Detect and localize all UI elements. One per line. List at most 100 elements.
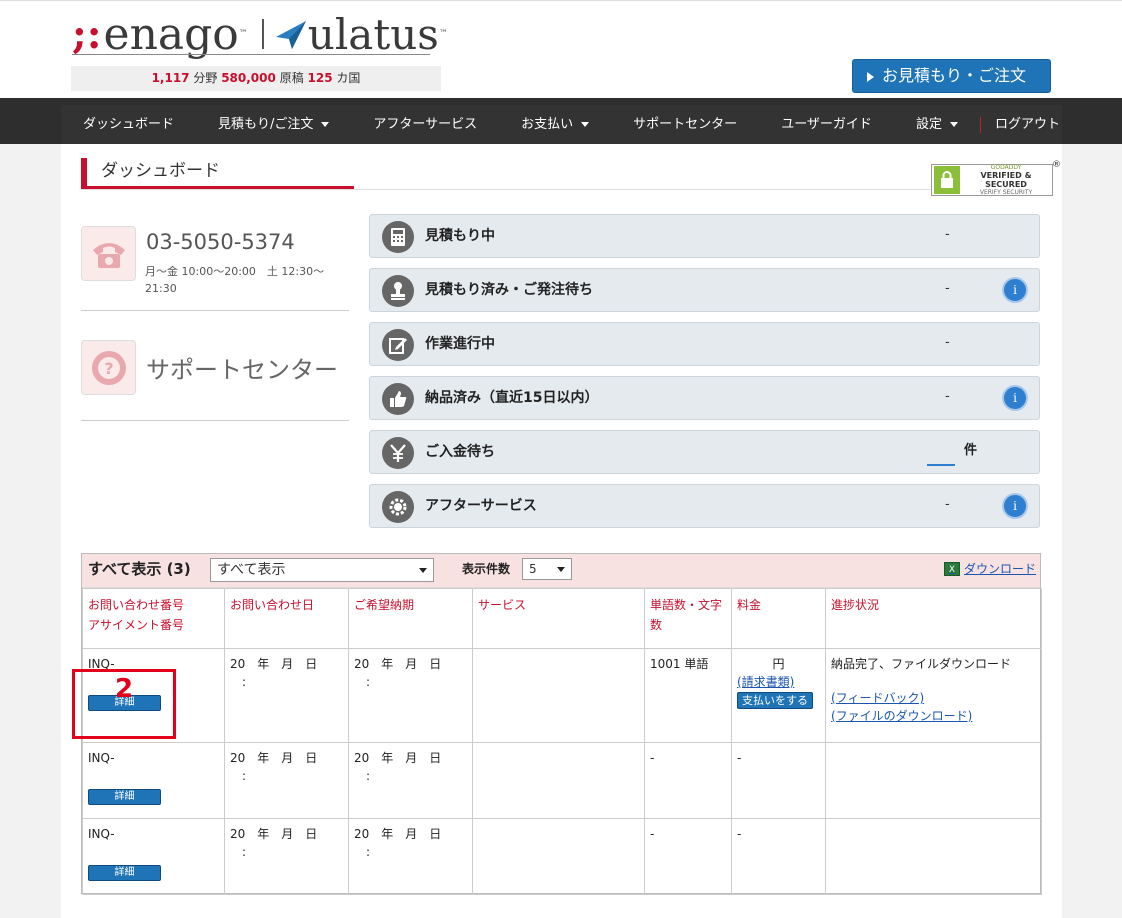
- stat-fields-label: 分野: [193, 71, 218, 85]
- cell-price: -: [731, 818, 826, 895]
- calculator-icon: [382, 221, 414, 253]
- count-underline: [927, 464, 955, 466]
- status-card-quoting[interactable]: 見積もり中 -: [369, 214, 1040, 258]
- nav-payment[interactable]: お支払い: [499, 105, 611, 144]
- badge-registered: ®: [1052, 160, 1061, 170]
- nav-user-guide[interactable]: ユーザーガイド: [759, 105, 894, 144]
- header: ;: enago ™ ulatus ™ 1,117 分野 580,000 原稿 …: [0, 0, 1122, 98]
- cell-words: -: [644, 818, 732, 895]
- cell-deadline: 20 年 月 日:: [348, 818, 473, 895]
- cell-inquiry: INQ- 詳細: [82, 648, 225, 743]
- page-size-select[interactable]: 5: [522, 558, 572, 580]
- table-row: INQ- 詳細 20 年 月 日: 20 年 月 日: - -: [82, 818, 1042, 895]
- cell-status: [825, 818, 1042, 895]
- nav-dashboard[interactable]: ダッシュボード: [61, 105, 196, 144]
- cell-price: -: [731, 742, 826, 819]
- status-card-awaiting-order[interactable]: 見積もり済み・ご発注待ち - i: [369, 268, 1040, 312]
- support-center-block[interactable]: ? サポートセンター: [81, 340, 349, 421]
- cell-deadline: 20 年 月 日:: [348, 742, 473, 819]
- security-badge[interactable]: GODADDY VERIFIED & SECURED VERIFY SECURI…: [931, 160, 1061, 196]
- info-icon[interactable]: i: [1002, 493, 1028, 519]
- cell-status: 納品完了、ファイルダウンロード (フィードバック) (ファイルのダウンロード): [825, 648, 1042, 743]
- filter-select-value: すべて表示: [217, 562, 286, 578]
- status-card-value: -: [945, 497, 950, 512]
- status-card-label: ご入金待ち: [425, 444, 495, 460]
- cell-date: 20 年 月 日:: [224, 818, 349, 895]
- status-text: 納品完了、ファイルダウンロード: [831, 657, 1012, 671]
- caret-down-icon: [321, 122, 330, 127]
- invoice-link[interactable]: (請求書類): [737, 673, 820, 691]
- badge-line1: GODADDY: [990, 164, 1022, 171]
- col-header-date: お問い合わせ日: [224, 588, 349, 649]
- nav-quote-order[interactable]: 見積もり/ご注文: [196, 105, 351, 144]
- status-card-unit: 件: [964, 443, 978, 458]
- cell-date: 20 年 月 日:: [224, 742, 349, 819]
- info-icon[interactable]: i: [1002, 277, 1028, 303]
- main-nav: ダッシュボード 見積もり/ご注文 アフターサービス お支払い サポートセンター …: [61, 105, 1062, 144]
- table-title: すべて表示 (3): [88, 560, 191, 578]
- yen-icon: [382, 437, 414, 469]
- deadline-time: :: [366, 675, 371, 689]
- filter-select[interactable]: すべて表示: [210, 558, 434, 582]
- nav-support-center[interactable]: サポートセンター: [611, 105, 759, 144]
- stat-countries-label: カ国: [336, 71, 361, 85]
- nav-settings-label: 設定: [915, 117, 942, 132]
- main-content: ダッシュボード GODADDY VERIFIED & SECURED VERIF…: [61, 144, 1062, 918]
- quote-order-button[interactable]: お見積もり・ご注文: [852, 59, 1051, 93]
- deadline-time: :: [366, 845, 371, 859]
- cell-service: [472, 742, 645, 819]
- status-card-awaiting-payment[interactable]: ご入金待ち 件: [369, 430, 1040, 474]
- detail-button[interactable]: 詳細: [88, 789, 161, 805]
- nav-after-service[interactable]: アフターサービス: [351, 105, 499, 144]
- status-card-value: -: [945, 389, 950, 404]
- telephone-icon: [81, 226, 136, 281]
- phone-hours: 月～金 10:00～20:00 土 12:30～21:30: [145, 265, 325, 295]
- inquiry-time: :: [242, 675, 247, 689]
- inquiry-number: INQ-: [88, 657, 115, 671]
- deadline-date: 20 年 月 日: [354, 657, 442, 671]
- trademark: ™: [238, 29, 248, 39]
- trademark: ™: [438, 29, 448, 39]
- pay-button[interactable]: 支払いをする: [737, 692, 813, 709]
- paper-plane-icon: [275, 21, 306, 49]
- nav-logout-label: ログアウト: [994, 117, 1060, 132]
- enago-logo-text: enago: [103, 8, 239, 60]
- nav-payment-label: お支払い: [521, 117, 574, 132]
- status-card-value: -: [945, 281, 950, 296]
- caret-down-icon: [949, 122, 958, 127]
- col-header-status: 進捗状況: [825, 588, 1042, 649]
- col-header-price: 料金: [731, 588, 826, 649]
- cell-inquiry: INQ- 詳細: [82, 742, 225, 819]
- status-card-after-service[interactable]: アフターサービス - i: [369, 484, 1040, 528]
- logo[interactable]: ;: enago ™ ulatus ™: [72, 8, 448, 60]
- feedback-link[interactable]: (フィードバック): [831, 689, 1036, 707]
- stat-countries: 125: [307, 71, 333, 85]
- phone-number: 03-5050-5374: [146, 230, 295, 254]
- stat-manuscripts-label: 原稿: [279, 71, 304, 85]
- stat-fields: 1,117: [151, 71, 190, 85]
- support-center-label: サポートセンター: [146, 356, 338, 384]
- nav-after-service-label: アフターサービス: [373, 117, 478, 132]
- nav-settings[interactable]: 設定: [894, 105, 980, 144]
- nav-quote-order-label: 見積もり/ご注文: [218, 117, 314, 132]
- cell-service: [472, 818, 645, 895]
- page-title: ダッシュボード: [101, 161, 220, 181]
- status-card-delivered[interactable]: 納品済み（直近15日以内） - i: [369, 376, 1040, 420]
- inquiry-number: INQ-: [88, 751, 115, 765]
- info-icon[interactable]: i: [1002, 385, 1028, 411]
- deadline-date: 20 年 月 日: [354, 827, 442, 841]
- chevron-down-icon: [557, 567, 565, 572]
- deadline-date: 20 年 月 日: [354, 751, 442, 765]
- file-download-link[interactable]: (ファイルのダウンロード): [831, 707, 1036, 725]
- quote-order-label: お見積もり・ご注文: [882, 66, 1027, 85]
- download-link[interactable]: X ダウンロード: [944, 560, 1036, 577]
- lock-icon: [934, 166, 960, 194]
- nav-logout[interactable]: ログアウト: [981, 105, 1076, 144]
- detail-button[interactable]: 詳細: [88, 865, 161, 881]
- ulatus-logo-text: ulatus: [307, 9, 439, 59]
- page-title-area: ダッシュボード GODADDY VERIFIED & SECURED VERIF…: [81, 158, 1061, 196]
- download-label: ダウンロード: [964, 562, 1037, 576]
- svg-text:?: ?: [104, 359, 113, 378]
- status-card-in-progress[interactable]: 作業進行中 -: [369, 322, 1040, 366]
- inquiry-date: 20 年 月 日: [230, 827, 318, 841]
